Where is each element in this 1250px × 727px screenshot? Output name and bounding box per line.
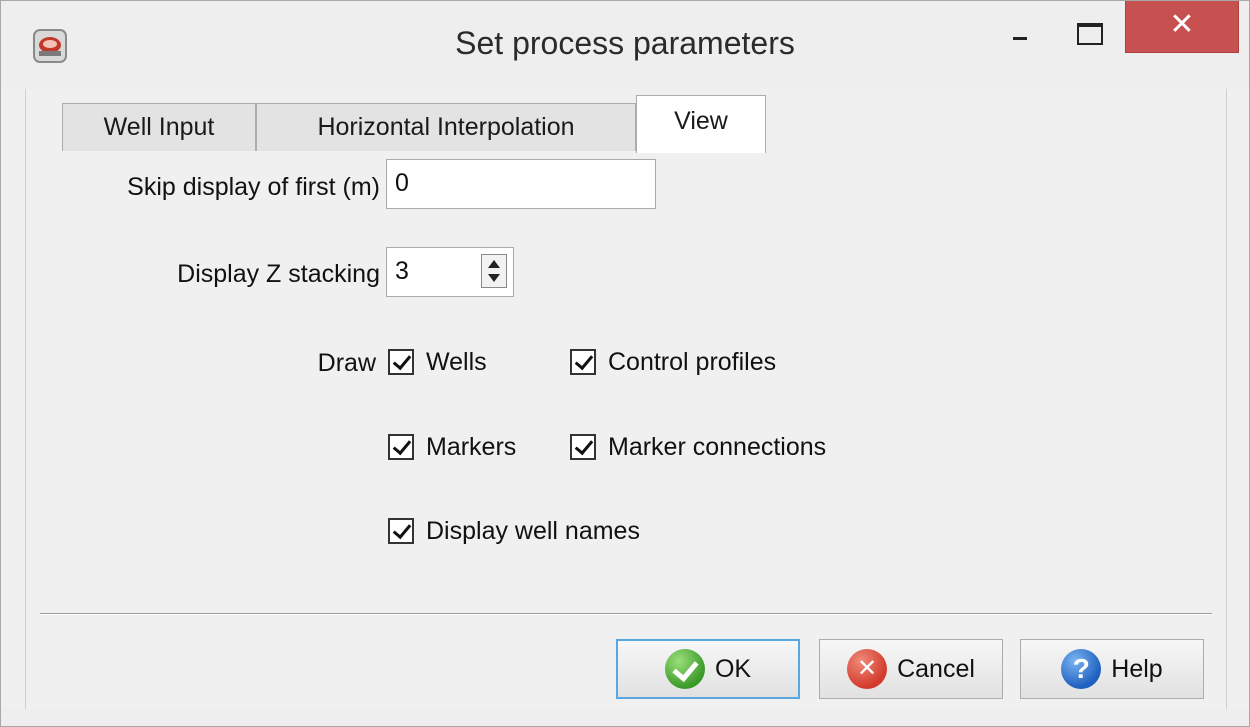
cancel-label: Cancel [897,654,975,683]
separator-line [40,613,1212,615]
control-profiles-checkbox[interactable]: Control profiles [570,345,776,379]
display-well-names-label: Display well names [426,516,640,545]
dialog-window: Set process parameters ✕ Well Input Hori… [0,0,1250,727]
markers-checkbox[interactable]: Markers [388,430,516,464]
z-stacking-value: 3 [395,257,409,285]
draw-label: Draw [317,349,376,377]
check-circle-icon [664,649,705,689]
tab-view[interactable]: View [636,95,766,153]
close-button[interactable]: ✕ [1125,1,1239,53]
z-stacking-label: Display Z stacking [177,260,380,288]
check-icon[interactable] [388,349,414,375]
display-well-names-checkbox[interactable]: Display well names [388,514,640,548]
markers-label: Markers [426,432,517,461]
control-profiles-label: Control profiles [608,347,777,376]
spin-down-icon[interactable] [488,274,500,282]
tab-horizontal-interpolation[interactable]: Horizontal Interpolation [256,103,636,151]
wells-label: Wells [426,347,487,376]
bottom-border [1,709,1249,726]
check-icon[interactable] [570,434,596,460]
minimize-button[interactable] [991,1,1047,57]
marker-connections-label: Marker connections [608,432,827,461]
wells-checkbox[interactable]: Wells [388,345,487,379]
cancel-button[interactable]: ✕ Cancel [819,639,1003,699]
help-button[interactable]: ? Help [1020,639,1204,699]
tab-well-input[interactable]: Well Input [62,103,256,151]
dialog-body: Well Input Horizontal Interpolation View… [25,89,1227,709]
check-icon[interactable] [388,518,414,544]
ok-label: OK [714,654,752,683]
help-label: Help [1111,654,1163,683]
check-icon[interactable] [570,349,596,375]
z-stacking-spinner[interactable]: 3 [386,247,514,297]
check-icon[interactable] [388,434,414,460]
question-circle-icon: ? [1061,649,1102,689]
x-circle-icon: ✕ [847,649,888,689]
ok-button[interactable]: OK [616,639,800,699]
title-bar[interactable]: Set process parameters ✕ [1,1,1249,89]
skip-display-input[interactable]: 0 [386,159,656,209]
spin-up-icon[interactable] [488,260,500,268]
skip-display-label: Skip display of first (m) [127,173,380,201]
maximize-button[interactable] [1063,1,1119,57]
spinner-buttons[interactable] [481,254,507,288]
marker-connections-checkbox[interactable]: Marker connections [570,430,826,464]
window-title: Set process parameters [455,25,795,61]
